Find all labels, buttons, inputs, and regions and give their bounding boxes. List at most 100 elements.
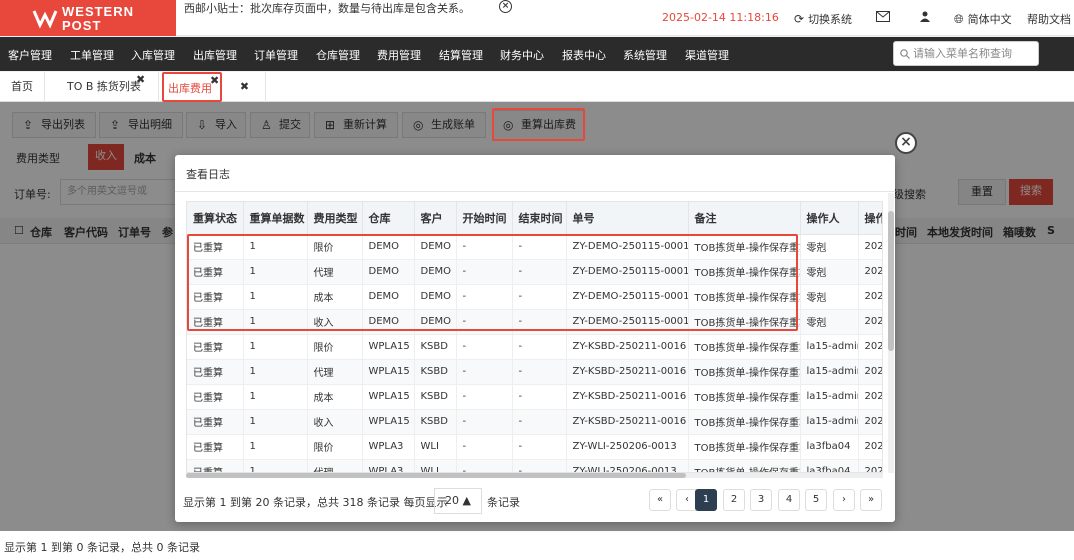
tab-home[interactable]: 首页 xyxy=(0,72,45,102)
table-cell: TOB拣货单-操作保存重算 xyxy=(688,309,801,335)
menu-workorder[interactable]: 工单管理 xyxy=(70,47,114,63)
table-cell: 202 xyxy=(858,309,882,335)
modal-close-icon[interactable]: × xyxy=(895,132,917,154)
tab-outbound-fee[interactable]: 出库费用 ✖ xyxy=(162,72,222,102)
table-cell: WPLA3 xyxy=(362,434,415,460)
table-cell: 代理 xyxy=(307,359,363,385)
table-cell: la15-admin xyxy=(800,409,859,435)
menu-warehouse[interactable]: 仓库管理 xyxy=(316,47,360,63)
table-cell: - xyxy=(456,434,513,460)
table-cell: - xyxy=(512,384,567,410)
table-cell: 已重算 xyxy=(187,359,244,385)
table-cell: la15-admin xyxy=(800,334,859,360)
table-cell: ZY-WLI-250206-0013 xyxy=(566,434,689,460)
tab-tob-picking[interactable]: TO B 拣货列表 ✖ xyxy=(45,72,159,102)
close-icon[interactable]: ✖ xyxy=(136,65,145,95)
table-cell: TOB拣货单-操作保存重算 xyxy=(688,334,801,360)
modal-divider xyxy=(175,191,895,192)
close-icon[interactable]: ✖ xyxy=(210,66,219,96)
table-cell: la3fba04 xyxy=(800,434,859,460)
scroll-thumb[interactable] xyxy=(888,211,894,351)
page-button[interactable]: 3 xyxy=(750,489,772,511)
tip-close-icon[interactable]: × xyxy=(499,0,512,13)
table-cell: KSBD xyxy=(414,359,457,385)
page-button[interactable]: › xyxy=(833,489,855,511)
main-menu: 客户管理 工单管理 入库管理 出库管理 订单管理 仓库管理 费用管理 结算管理 … xyxy=(0,37,1074,71)
tab-tob-picking-label: TO B 拣货列表 xyxy=(67,80,141,93)
logo-icon xyxy=(32,10,58,29)
table-cell: - xyxy=(512,334,567,360)
table-cell: WPLA15 xyxy=(362,409,415,435)
table-cell: 已重算 xyxy=(187,384,244,410)
page-button[interactable]: « xyxy=(649,489,671,511)
switch-system-button[interactable]: ⟳ 切换系统 xyxy=(794,11,852,27)
language-select[interactable]: 🌐︎ 简体中文 xyxy=(954,11,1012,27)
log-col-header: 开始时间 xyxy=(456,202,513,235)
log-col-header: 操作 xyxy=(858,202,882,235)
table-cell: 1 xyxy=(243,359,308,385)
logo-text-line2: POST xyxy=(62,18,102,33)
table-cell: la15-admin xyxy=(800,359,859,385)
menu-finance[interactable]: 财务中心 xyxy=(500,47,544,63)
refresh-icon: ⟳ xyxy=(794,12,805,26)
table-cell: DEMO xyxy=(414,284,457,310)
table-cell: 已重算 xyxy=(187,409,244,435)
menu-outbound[interactable]: 出库管理 xyxy=(193,47,237,63)
user-icon[interactable] xyxy=(920,11,930,22)
table-cell: KSBD xyxy=(414,409,457,435)
table-cell: 1 xyxy=(243,284,308,310)
menu-search-input[interactable]: 请输入菜单名称查询 xyxy=(893,41,1039,66)
table-cell: - xyxy=(456,384,513,410)
table-cell: 202 xyxy=(858,334,882,360)
table-row: 已重算 1 限价 DEMO DEMO - - ZY-DEMO-250115-0001 TOB拣货… xyxy=(187,234,882,260)
tab-outbound-fee-label: 出库费用 xyxy=(168,82,212,95)
page-size-select[interactable]: 20 ▲ xyxy=(434,488,482,514)
menu-fee[interactable]: 费用管理 xyxy=(377,47,421,63)
log-col-header: 费用类型 xyxy=(307,202,363,235)
menu-settlement[interactable]: 结算管理 xyxy=(439,47,483,63)
table-cell: 202 xyxy=(858,409,882,435)
top-bar: WESTERN POST 西邮小贴士：批次库存页面中，数量与待出库是包含关系。 … xyxy=(0,0,1074,36)
menu-inbound[interactable]: 入库管理 xyxy=(131,47,175,63)
table-cell: 已重算 xyxy=(187,309,244,335)
table-cell: 1 xyxy=(243,459,308,472)
table-cell: 已重算 xyxy=(187,284,244,310)
log-col-header: 客户 xyxy=(414,202,457,235)
table-cell: DEMO xyxy=(414,309,457,335)
table-cell: DEMO xyxy=(414,259,457,285)
menu-report[interactable]: 报表中心 xyxy=(562,47,606,63)
menu-order[interactable]: 订单管理 xyxy=(254,47,298,63)
modal-title: 查看日志 xyxy=(186,168,230,181)
pager-info: 显示第 1 到第 20 条记录，总共 318 条记录 每页显示 xyxy=(183,496,448,509)
mail-icon[interactable] xyxy=(876,11,890,22)
table-cell: - xyxy=(456,284,513,310)
vertical-scrollbar[interactable] xyxy=(888,193,894,473)
menu-system[interactable]: 系统管理 xyxy=(623,47,667,63)
horizontal-scrollbar[interactable] xyxy=(186,473,883,478)
page-button[interactable]: 1 xyxy=(695,489,717,511)
hscroll-thumb[interactable] xyxy=(186,473,686,478)
table-cell: - xyxy=(456,359,513,385)
log-col-header: 重算单据数 xyxy=(243,202,308,235)
table-cell: TOB拣货单-操作保存重算 xyxy=(688,359,801,385)
page-button[interactable]: 4 xyxy=(778,489,800,511)
log-table: 重算状态重算单据数费用类型仓库客户开始时间结束时间单号备注操作人操作 已重算1限… xyxy=(187,202,882,472)
switch-system-label: 切换系统 xyxy=(808,13,853,26)
table-cell: 202 xyxy=(858,234,882,260)
table-cell: TOB拣货单-操作保存重算 xyxy=(688,259,801,285)
page-button[interactable]: 5 xyxy=(805,489,827,511)
page-button[interactable]: 2 xyxy=(723,489,745,511)
table-cell: WLI xyxy=(414,434,457,460)
close-all-tabs-icon[interactable]: ✖ xyxy=(224,72,266,102)
menu-channel[interactable]: 渠道管理 xyxy=(685,47,729,63)
menu-customer[interactable]: 客户管理 xyxy=(8,47,52,63)
search-icon xyxy=(900,48,910,59)
help-link[interactable]: 帮助文档 xyxy=(1027,11,1071,27)
table-cell: 已重算 xyxy=(187,334,244,360)
page-button[interactable]: » xyxy=(860,489,882,511)
table-cell: - xyxy=(512,309,567,335)
tip-text: 西邮小贴士：批次库存页面中，数量与待出库是包含关系。 xyxy=(184,2,470,15)
table-row: 已重算 1 代理 DEMO DEMO - - ZY-DEMO-250115-0001 TOB拣货… xyxy=(187,259,882,285)
table-cell: 1 xyxy=(243,434,308,460)
table-cell: 1 xyxy=(243,384,308,410)
